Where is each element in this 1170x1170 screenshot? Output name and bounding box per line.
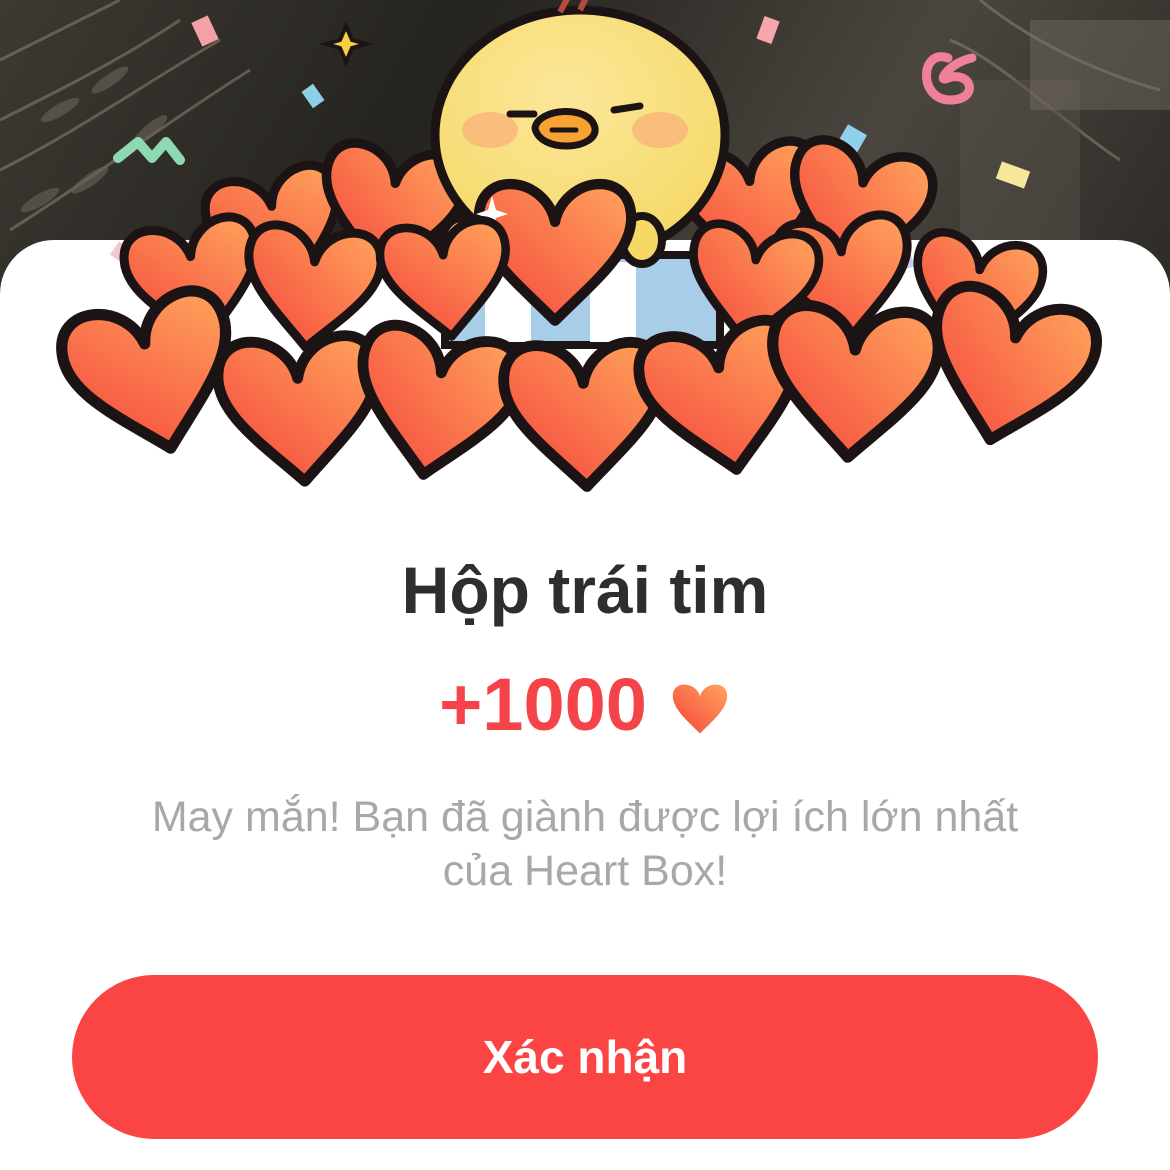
reward-amount: +1000 — [439, 663, 647, 746]
heart-box-illustration — [0, 0, 1170, 500]
reward-row: +1000 — [0, 660, 1170, 750]
reward-message-line-1: May mắn! Bạn đã giành được lợi ích lớn n… — [151, 793, 1019, 841]
reward-message-line-2: của Heart Box! — [442, 847, 728, 895]
heart-box-dialog-screen: Hộp trái tim +1000 May mắn! Bạn đã giành… — [0, 0, 1170, 1170]
reward-message: May mắn! Bạn đã giành được lợi ích lớn n… — [0, 790, 1170, 898]
dialog-title: Hộp trái tim — [401, 553, 769, 627]
confirm-button[interactable]: Xác nhận — [72, 975, 1098, 1139]
heart-icon — [672, 684, 728, 734]
